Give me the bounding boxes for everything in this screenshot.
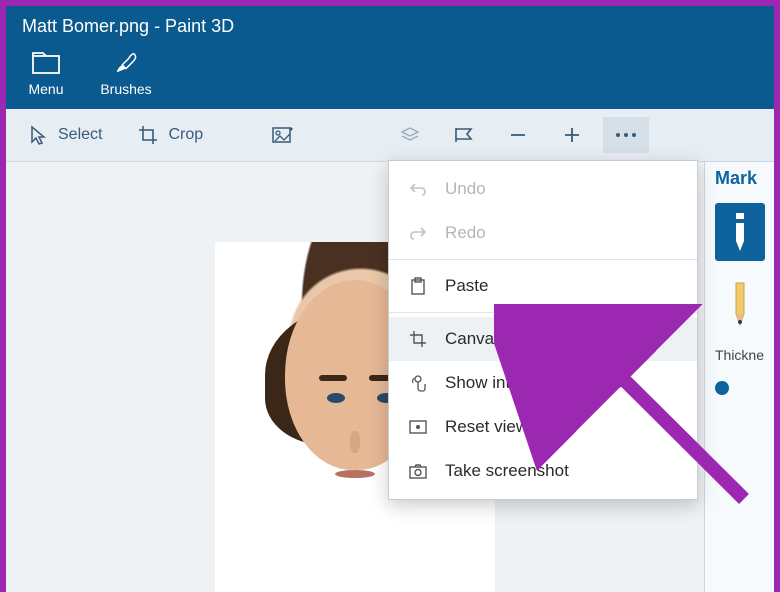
clipboard-icon <box>407 277 429 295</box>
select-label: Select <box>58 126 102 144</box>
menu-item-label: Take screenshot <box>445 461 569 481</box>
brushes-button[interactable]: Brushes <box>96 49 156 97</box>
right-sidebar: Mark Thickne <box>704 162 774 592</box>
more-options-button[interactable] <box>603 117 649 153</box>
select-tool[interactable]: Select <box>16 119 116 151</box>
image-sparkle-icon <box>272 125 296 145</box>
menu-item-label: Canvas options <box>445 329 562 349</box>
cursor-icon <box>30 125 48 145</box>
stack-icon <box>398 126 422 144</box>
reset-view-icon <box>407 420 429 434</box>
menu-item-paste[interactable]: Paste <box>389 264 697 308</box>
marker-tool[interactable] <box>715 203 765 261</box>
folder-icon <box>32 49 60 77</box>
brushes-label: Brushes <box>100 81 151 97</box>
crop-tool[interactable]: Crop <box>124 119 217 151</box>
canvas-options-icon <box>407 330 429 348</box>
crop-label: Crop <box>168 126 203 144</box>
camera-icon <box>407 464 429 479</box>
menu-item-canvas-options[interactable]: Canvas options <box>389 317 697 361</box>
menu-item-undo: Undo <box>389 167 697 211</box>
top-menubar: Menu Brushes <box>6 47 774 109</box>
window-title: Matt Bomer.png - Paint 3D <box>22 16 234 36</box>
menu-item-take-screenshot[interactable]: Take screenshot <box>389 449 697 493</box>
thickness-slider[interactable] <box>715 381 729 395</box>
brush-icon <box>112 49 140 77</box>
menu-item-show-interaction[interactable]: Show interaction controls <box>389 361 697 405</box>
marker-icon <box>726 209 754 255</box>
mixed-reality-tool[interactable] <box>441 117 487 153</box>
ellipsis-icon <box>614 131 638 139</box>
menu-item-label: Paste <box>445 276 488 296</box>
thickness-label: Thickne <box>715 347 764 363</box>
3d-view-tool[interactable] <box>387 117 433 153</box>
menu-item-label: Undo <box>445 179 486 199</box>
zoom-out-button[interactable] <box>495 117 541 153</box>
pencil-icon <box>727 280 753 328</box>
minus-icon <box>508 125 528 145</box>
magic-select-tool[interactable] <box>261 117 307 153</box>
crop-icon <box>138 125 158 145</box>
menu-item-label: Reset view <box>445 417 528 437</box>
menu-item-redo: Redo <box>389 211 697 255</box>
menu-item-label: Show interaction controls <box>445 373 635 393</box>
menu-button[interactable]: Menu <box>16 49 76 97</box>
menu-label: Menu <box>28 81 63 97</box>
zoom-in-button[interactable] <box>549 117 595 153</box>
sidebar-heading: Mark <box>705 168 757 189</box>
title-bar: Matt Bomer.png - Paint 3D <box>6 6 774 47</box>
pencil-tool[interactable] <box>715 275 765 333</box>
menu-item-label: Redo <box>445 223 486 243</box>
undo-icon <box>407 181 429 197</box>
app-window: Matt Bomer.png - Paint 3D Menu Brushes S… <box>6 6 774 514</box>
menu-separator <box>389 312 697 313</box>
menu-separator <box>389 259 697 260</box>
context-menu: Undo Redo Paste Canvas options Sho <box>388 160 698 500</box>
plus-icon <box>562 125 582 145</box>
toolbar: Select Crop <box>6 109 774 162</box>
flag-icon <box>453 126 475 144</box>
menu-item-reset-view[interactable]: Reset view <box>389 405 697 449</box>
touch-icon <box>407 373 429 393</box>
redo-icon <box>407 225 429 241</box>
